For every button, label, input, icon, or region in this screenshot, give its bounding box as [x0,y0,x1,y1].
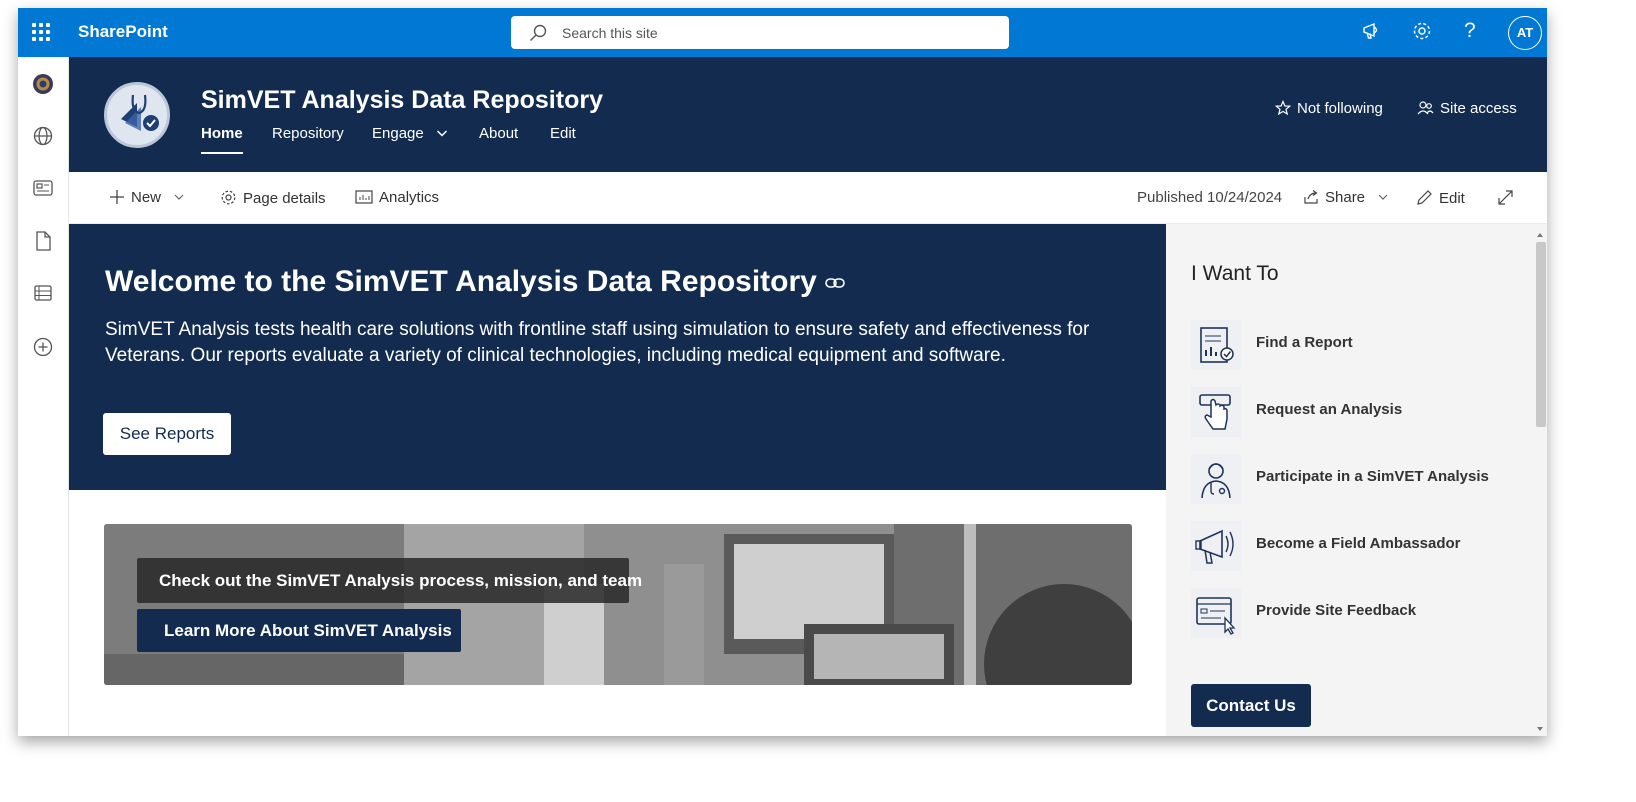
quick-links-panel: I Want To Find a Report Request an Analy… [1166,224,1547,736]
hero-title-text: Welcome to the SimVET Analysis Data Repo… [105,265,817,298]
gear-icon [221,190,236,205]
va-seal-icon[interactable] [32,73,54,95]
list-icon[interactable] [32,282,54,304]
hero-title: Welcome to the SimVET Analysis Data Repo… [105,265,845,299]
suite-bar: SharePoint Search this site ? AT [18,8,1547,57]
megaphone-icon[interactable] [1361,20,1387,46]
simulation-lab-photo [104,524,1132,685]
share-icon [1304,190,1318,204]
command-bar: New Page details Analytics Published 10/… [69,172,1547,224]
published-date: Published 10/24/2024 [1137,189,1283,206]
new-label: New [131,189,162,206]
nav-repository[interactable]: Repository [272,125,344,142]
contact-us-button[interactable]: Contact Us [1191,684,1311,727]
app-launcher-icon[interactable] [32,23,52,43]
chevron-down-icon [174,194,184,200]
quick-link-field-ambassador[interactable]: Become a Field Ambassador [1191,515,1511,571]
clinician-icon [1191,454,1241,504]
new-button[interactable]: New [109,189,190,206]
nav-edit[interactable]: Edit [550,125,576,142]
megaphone-icon [1191,521,1241,571]
scroll-up-arrow-icon[interactable] [1533,230,1547,240]
app-bar [18,57,69,736]
news-icon[interactable] [32,177,54,199]
scrollbar-thumb[interactable] [1536,242,1546,427]
chevron-down-icon [1378,194,1388,200]
site-title[interactable]: SimVET Analysis Data Repository [201,86,603,115]
sharepoint-brand[interactable]: SharePoint [78,22,168,42]
browser-window: SharePoint Search this site ? AT SimVET … [18,8,1547,736]
document-icon[interactable] [32,230,54,252]
page-details-button[interactable]: Page details [220,189,326,207]
quick-link-site-feedback[interactable]: Provide Site Feedback [1191,582,1511,638]
search-input[interactable]: Search this site [511,16,1009,49]
people-icon [1417,101,1434,115]
quick-link-find-report[interactable]: Find a Report [1191,314,1511,370]
scrollbar[interactable] [1533,230,1547,736]
quick-link-label: Provide Site Feedback [1256,602,1417,619]
edit-label: Edit [1439,190,1465,207]
site-access-button[interactable]: Site access [1417,100,1517,117]
share-label: Share [1325,189,1366,206]
pointing-hand-icon [1191,387,1241,437]
star-icon [1274,99,1292,116]
learn-more-button[interactable]: Learn More About SimVET Analysis [137,609,461,652]
globe-icon[interactable] [32,125,54,147]
search-icon [530,24,547,41]
about-banner: Check out the SimVET Analysis process, m… [104,524,1132,685]
analytics-label: Analytics [379,189,440,206]
analytics-button[interactable]: Analytics [355,189,439,206]
site-logo[interactable] [104,82,170,148]
follow-button[interactable]: Not following [1274,99,1383,117]
quick-link-label: Participate in a SimVET Analysis [1256,468,1489,485]
quick-link-label: Request an Analysis [1256,401,1403,418]
quick-link-request-analysis[interactable]: Request an Analysis [1191,381,1511,437]
edit-button[interactable]: Edit [1416,189,1465,207]
follow-label: Not following [1297,100,1383,117]
chevron-down-icon [436,130,447,137]
page-details-label: Page details [243,190,326,207]
search-placeholder: Search this site [562,25,658,41]
add-icon[interactable] [32,336,54,358]
feedback-form-icon [1191,588,1241,638]
site-access-label: Site access [1440,100,1517,117]
site-header: SimVET Analysis Data Repository Home Rep… [69,57,1547,172]
quick-link-label: Become a Field Ambassador [1256,535,1461,552]
nav-engage-label: Engage [372,125,424,142]
analytics-icon [355,190,373,204]
report-icon [1191,320,1241,370]
banner-caption: Check out the SimVET Analysis process, m… [137,558,642,603]
avatar[interactable]: AT [1508,16,1542,50]
help-icon[interactable]: ? [1464,19,1490,45]
scroll-down-arrow-icon[interactable] [1533,724,1547,734]
quick-link-participate[interactable]: Participate in a SimVET Analysis [1191,448,1511,504]
settings-gear-icon[interactable] [1411,20,1437,46]
nav-active-indicator [201,152,243,154]
pencil-icon [1417,190,1432,205]
hero-description: SimVET Analysis tests health care soluti… [105,319,1090,366]
quick-link-label: Find a Report [1256,334,1353,351]
plus-icon [110,190,124,204]
nav-about[interactable]: About [479,125,518,142]
panel-heading: I Want To [1191,262,1279,285]
nav-engage[interactable]: Engage [372,125,448,142]
see-reports-button[interactable]: See Reports [103,413,231,455]
expand-icon[interactable] [1497,189,1520,207]
link-icon[interactable] [825,277,845,289]
hero-section: Welcome to the SimVET Analysis Data Repo… [69,224,1166,490]
nav-home[interactable]: Home [201,125,243,142]
share-button[interactable]: Share [1303,189,1394,206]
